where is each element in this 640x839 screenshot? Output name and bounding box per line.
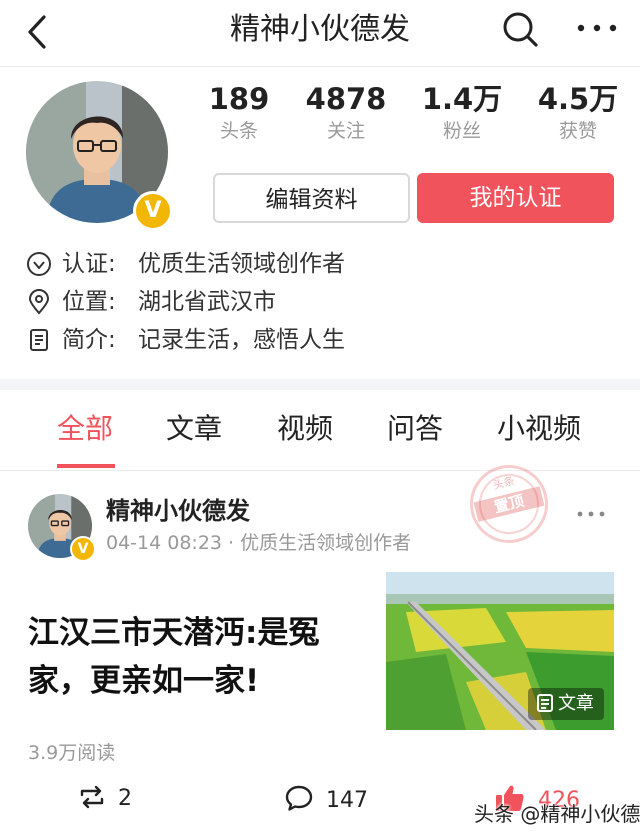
- bio-value: 记录生活，感悟人生: [138, 327, 345, 353]
- repost-button[interactable]: 2: [78, 783, 132, 815]
- tab-all[interactable]: 全部: [57, 410, 113, 448]
- article-icon: [537, 694, 553, 712]
- verified-badge: V: [70, 536, 96, 562]
- location-label: 位置:: [62, 289, 116, 315]
- post-thumbnail[interactable]: 文章: [386, 572, 614, 730]
- stat-value: 4878: [305, 82, 387, 116]
- verified-check-icon: [27, 252, 51, 276]
- location-value: 湖北省武汉市: [138, 289, 276, 315]
- document-icon: [30, 329, 48, 351]
- comment-bubble-icon: [285, 785, 313, 811]
- repost-icon: [80, 785, 104, 809]
- stat-following[interactable]: 4878 关注: [291, 81, 401, 145]
- search-icon[interactable]: [500, 9, 540, 49]
- top-bar: 精神小伙德发: [0, 0, 640, 67]
- stat-label: 获赞: [558, 120, 597, 142]
- stat-articles[interactable]: 189 头条: [184, 81, 294, 145]
- article-type-label: 文章: [528, 688, 604, 720]
- stat-label: 头条: [219, 120, 258, 142]
- watermark: 头条 @精神小伙德发: [474, 802, 640, 826]
- more-dots-icon[interactable]: [574, 13, 620, 43]
- tab-articles[interactable]: 文章: [166, 410, 222, 448]
- more-dots-icon[interactable]: [576, 507, 606, 521]
- profile-section: V 189 头条 4878 关注 1.4万 粉丝 4.5万 获赞 编辑资料 我的…: [0, 67, 640, 379]
- post-card[interactable]: 头条 置顶 V 精神小伙德发 04-14 08:23 · 优质生活领域创作者 江…: [0, 456, 640, 839]
- edit-profile-button[interactable]: 编辑资料: [213, 173, 410, 223]
- my-verification-button[interactable]: 我的认证: [417, 173, 614, 223]
- stat-followers[interactable]: 1.4万 粉丝: [407, 81, 517, 145]
- tab-short-videos[interactable]: 小视频: [497, 410, 581, 448]
- repost-count: 2: [118, 786, 132, 811]
- stat-value: 4.5万: [537, 82, 619, 116]
- location-pin-icon: [28, 289, 50, 315]
- content-tabs: 全部 文章 视频 问答 小视频: [0, 390, 640, 471]
- stat-label: 粉丝: [442, 120, 481, 142]
- stat-label: 关注: [326, 120, 365, 142]
- tab-videos[interactable]: 视频: [277, 410, 333, 448]
- post-meta: 04-14 08:23 · 优质生活领域创作者: [106, 532, 412, 554]
- pinned-stamp: 头条 置顶: [461, 456, 557, 552]
- active-tab-indicator: [57, 464, 115, 468]
- post-author-name[interactable]: 精神小伙德发: [106, 495, 250, 527]
- verified-badge: V: [133, 191, 173, 231]
- page-title: 精神小伙德发: [230, 12, 410, 47]
- verification-value: 优质生活领域创作者: [138, 251, 345, 277]
- post-headline[interactable]: 江汉三市天潜沔:是冤家，更亲如一家!: [28, 609, 348, 705]
- stat-value: 189: [208, 82, 270, 116]
- article-type-text: 文章: [558, 693, 594, 714]
- stat-value: 1.4万: [421, 82, 503, 116]
- read-count: 3.9万阅读: [28, 742, 116, 764]
- comment-count: 147: [326, 788, 368, 813]
- comment-button[interactable]: 147: [284, 783, 368, 815]
- bio-label: 简介:: [62, 327, 116, 353]
- verification-label: 认证:: [62, 251, 116, 277]
- tab-qa[interactable]: 问答: [387, 410, 443, 448]
- stat-likes[interactable]: 4.5万 获赞: [523, 81, 633, 145]
